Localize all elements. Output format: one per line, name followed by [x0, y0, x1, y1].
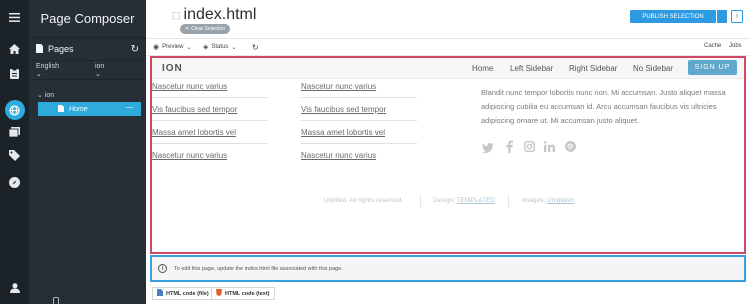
gallery-icon[interactable] — [0, 121, 29, 143]
status-dropdown[interactable]: ◈ Status ⌄ — [203, 43, 236, 51]
chevron-down-icon: ⌄ — [231, 44, 237, 51]
page-composer-panel: Page Composer Pages ↻ English ⌄ ion ⌄ ⌄ … — [29, 0, 146, 304]
editor-toolbar: ◉ Preview ⌄ ◈ Status ⌄ ↻ Cache Jobs — [146, 38, 750, 56]
templated-link[interactable]: TEMPLATED — [457, 197, 496, 204]
divider — [152, 120, 268, 121]
html5-icon — [216, 289, 222, 298]
language-row: English ⌄ ion ⌄ — [29, 61, 146, 80]
linkedin-icon[interactable] — [543, 141, 555, 155]
copyright-text: Untitled. All rights reserved. — [324, 197, 404, 204]
close-icon: ✕ — [185, 26, 190, 32]
footer-link[interactable]: Nascetur nunc varius — [152, 82, 227, 91]
publish-dropdown-button[interactable] — [717, 10, 727, 23]
divider — [152, 143, 268, 144]
nav-no-sidebar[interactable]: No Sidebar — [633, 64, 673, 73]
preview-dropdown[interactable]: ◉ Preview ⌄ — [153, 43, 191, 51]
footer-link[interactable]: Vis faucibus sed tempor — [152, 105, 237, 114]
clear-selection-button[interactable]: ✕ Clear Selection — [180, 24, 231, 34]
tag-icon[interactable] — [0, 144, 29, 166]
home-icon[interactable] — [0, 38, 29, 60]
compass-icon[interactable] — [0, 171, 29, 193]
footer-link[interactable]: Nascetur nunc varius — [301, 82, 376, 91]
chevron-down-icon: ⌄ — [186, 44, 192, 51]
info-icon: i — [158, 264, 167, 273]
info-button[interactable]: i — [731, 10, 743, 23]
composer-title: Page Composer — [29, 0, 146, 38]
page-icon — [36, 43, 43, 55]
footer-link[interactable]: Massa amet lobortis vel — [152, 128, 236, 137]
pages-row[interactable]: Pages ↻ — [29, 38, 146, 61]
icon-rail — [0, 0, 29, 304]
publish-selection-button[interactable]: PUBLISH SELECTION — [630, 10, 716, 23]
page-icon — [58, 104, 64, 114]
page-preview-frame[interactable]: ION Home Left Sidebar Right Sidebar No S… — [150, 56, 746, 254]
images-credit: Images: Unsplash — [522, 197, 575, 204]
jobs-link[interactable]: Jobs — [729, 43, 742, 49]
footer-blurb: Blandit nunc tempor lobortis nunc non. M… — [481, 88, 726, 125]
facebook-icon[interactable] — [506, 140, 513, 156]
divider — [301, 143, 417, 144]
globe-icon[interactable] — [0, 99, 29, 121]
site-logo[interactable]: ION — [162, 63, 183, 74]
divider — [508, 194, 509, 208]
unsplash-link[interactable]: Unsplash — [547, 197, 574, 204]
footer-link[interactable]: Vis faucibus sed tempor — [301, 105, 386, 114]
tree-home-node[interactable]: Home — — [38, 102, 141, 116]
divider — [152, 97, 268, 98]
eye-icon: ◉ — [153, 44, 160, 51]
notice-text: To edit this page, update the index.html… — [174, 265, 343, 272]
file-code-icon — [157, 289, 163, 298]
footer-link[interactable]: Nascetur nunc varius — [152, 151, 227, 160]
site-select[interactable]: ion ⌄ — [95, 63, 122, 78]
chevron-down-icon: ⌄ — [37, 92, 43, 99]
site-navbar: ION Home Left Sidebar Right Sidebar No S… — [152, 58, 744, 79]
tree-site-node[interactable]: ⌄ ion — [37, 91, 54, 99]
divider — [301, 120, 417, 121]
layers-icon: ◈ — [203, 44, 209, 51]
twitter-icon[interactable] — [482, 142, 494, 156]
user-icon[interactable] — [0, 277, 29, 299]
design-credit: Design: TEMPLATED — [433, 197, 496, 204]
pinterest-icon[interactable] — [565, 141, 576, 155]
nav-left-sidebar[interactable]: Left Sidebar — [510, 64, 553, 73]
refresh-icon: ↻ — [252, 43, 259, 52]
tab-html-code-text[interactable]: HTML code (text) — [211, 287, 275, 300]
divider — [301, 97, 417, 98]
file-pointer-icon: ⬚ — [172, 9, 181, 20]
refresh-preview-button[interactable]: ↻ — [252, 43, 259, 52]
clipboard-icon[interactable] — [0, 62, 29, 84]
file-title: ⬚ index.html — [172, 6, 257, 23]
edit-notice: i To edit this page, update the index.ht… — [150, 255, 746, 282]
pages-label: Pages — [48, 44, 74, 54]
mobile-icon[interactable] — [53, 294, 59, 304]
refresh-icon[interactable]: ↻ — [131, 44, 139, 55]
instagram-icon[interactable] — [523, 140, 536, 155]
footer-link[interactable]: Nascetur nunc varius — [301, 151, 376, 160]
nav-right-sidebar[interactable]: Right Sidebar — [569, 64, 617, 73]
tree-home-action[interactable]: — — [126, 104, 133, 111]
tab-html-code-file[interactable]: HTML code (file) — [152, 287, 214, 300]
editor-header: ⬚ index.html ✕ Clear Selection PUBLISH S… — [146, 0, 750, 38]
divider — [420, 194, 421, 208]
cache-link[interactable]: Cache — [704, 43, 721, 49]
nav-home[interactable]: Home — [472, 64, 493, 73]
menu-icon[interactable] — [0, 6, 29, 28]
signup-button[interactable]: SIGN UP — [688, 60, 737, 75]
language-select[interactable]: English ⌄ — [36, 63, 77, 78]
footer-link[interactable]: Massa amet lobortis vel — [301, 128, 385, 137]
